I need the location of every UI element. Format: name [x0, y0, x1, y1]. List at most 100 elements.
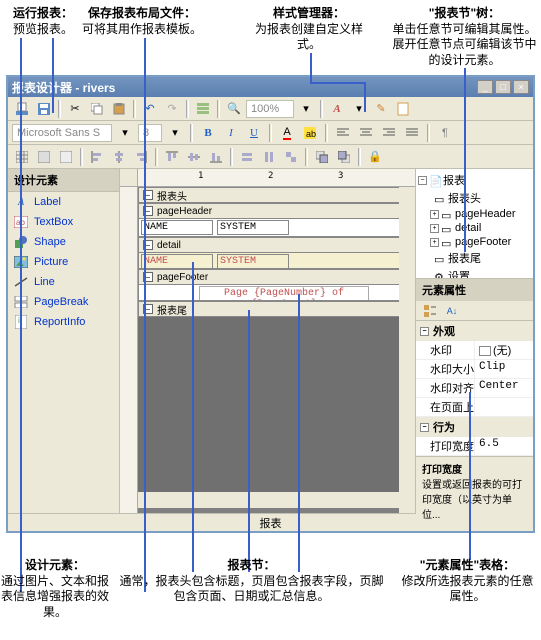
dropdown-icon[interactable]: ▾: [115, 123, 135, 143]
snap-button[interactable]: [34, 147, 54, 167]
highlight-button[interactable]: ab: [300, 123, 320, 143]
prop-value[interactable]: Center: [474, 379, 533, 397]
zoom-dropdown[interactable]: ▾: [296, 99, 316, 119]
dropdown-icon[interactable]: ▾: [349, 99, 369, 119]
ruler-tick: 2: [268, 171, 273, 181]
tree-node-reporttail[interactable]: ▭报表尾: [418, 249, 531, 267]
tool-textbox[interactable]: abTextBox: [8, 212, 119, 232]
zoom-combo[interactable]: 100%: [246, 100, 294, 118]
prop-on-front[interactable]: 在页面上: [416, 398, 533, 417]
prop-value[interactable]: 6.5: [474, 437, 533, 455]
detail-body[interactable]: NAME SYSTEM: [138, 253, 415, 269]
section-header-reporthead[interactable]: −报表头: [138, 187, 415, 203]
align-justify-button[interactable]: [402, 123, 422, 143]
alphabetical-button[interactable]: A↓: [442, 301, 462, 321]
tool-shape[interactable]: Shape: [8, 232, 119, 252]
font-color-button[interactable]: A: [277, 123, 297, 143]
section-header-detail[interactable]: −detail: [138, 237, 415, 253]
italic-button[interactable]: I: [221, 123, 241, 143]
prop-watermark[interactable]: 水印(无): [416, 341, 533, 360]
same-width-button[interactable]: [237, 147, 257, 167]
minimize-button[interactable]: _: [477, 80, 493, 94]
redo-button[interactable]: ↷: [162, 99, 182, 119]
align-left-obj-button[interactable]: [87, 147, 107, 167]
prop-watermark-size[interactable]: 水印大小Clip: [416, 360, 533, 379]
prop-watermark-align[interactable]: 水印对齐Center: [416, 379, 533, 398]
scrollbar-vertical[interactable]: [399, 187, 415, 513]
bold-button[interactable]: B: [198, 123, 218, 143]
tree-node-pagefooter[interactable]: +▭pageFooter: [418, 235, 531, 249]
tree-node-settings[interactable]: ⚙设置: [418, 267, 531, 279]
field-system-label[interactable]: SYSTEM: [217, 220, 289, 235]
align-center-obj-button[interactable]: [109, 147, 129, 167]
maximize-button[interactable]: □: [495, 80, 511, 94]
collapse-icon[interactable]: −: [418, 176, 427, 185]
expand-icon[interactable]: +: [430, 238, 439, 247]
prop-print-width[interactable]: 打印宽度6.5: [416, 437, 533, 456]
rtl-button[interactable]: ¶: [435, 123, 455, 143]
field-name-textbox[interactable]: NAME: [141, 254, 213, 269]
tree-node-pageheader[interactable]: +▭pageHeader: [418, 207, 531, 221]
tree-node-reporthead[interactable]: ▭报表头: [418, 189, 531, 207]
tool-pagebreak[interactable]: PageBreak: [8, 292, 119, 312]
props-category-appearance[interactable]: −外观: [416, 321, 533, 341]
page-setup-button[interactable]: [393, 99, 413, 119]
prop-value[interactable]: [474, 398, 533, 416]
paste-button[interactable]: [109, 99, 129, 119]
collapse-icon[interactable]: −: [420, 327, 429, 336]
grid-button[interactable]: [12, 147, 32, 167]
pageheader-body[interactable]: NAME SYSTEM: [138, 219, 415, 237]
copy-button[interactable]: [87, 99, 107, 119]
tree-node-detail[interactable]: +▭detail: [418, 221, 531, 235]
align-right-button[interactable]: [379, 123, 399, 143]
section-header-reporttail[interactable]: −报表尾: [138, 301, 415, 317]
font-size-combo[interactable]: 8: [138, 124, 162, 142]
run-report-button[interactable]: [12, 99, 32, 119]
categorized-button[interactable]: [420, 301, 440, 321]
field-system-textbox[interactable]: SYSTEM: [217, 254, 289, 269]
dropdown-icon[interactable]: ▾: [165, 123, 185, 143]
tool-picture[interactable]: Picture: [8, 252, 119, 272]
prop-value[interactable]: Clip: [474, 360, 533, 378]
page-expression[interactable]: Page {PageNumber} of {PageCount}: [199, 286, 369, 301]
bring-front-button[interactable]: [312, 147, 332, 167]
align-center-button[interactable]: [356, 123, 376, 143]
reorder-button[interactable]: [193, 99, 213, 119]
save-button[interactable]: [34, 99, 54, 119]
style-manager-button[interactable]: A: [327, 99, 347, 119]
search-button[interactable]: 🔍: [224, 99, 244, 119]
same-height-button[interactable]: [259, 147, 279, 167]
underline-button[interactable]: U: [244, 123, 264, 143]
close-button[interactable]: ×: [513, 80, 529, 94]
align-right-obj-button[interactable]: [131, 147, 151, 167]
align-left-button[interactable]: [333, 123, 353, 143]
font-family-combo[interactable]: Microsoft Sans S: [12, 124, 112, 142]
tree-root[interactable]: −📄报表: [418, 171, 531, 189]
prop-value[interactable]: (无): [474, 341, 533, 359]
styles-button[interactable]: ✎: [371, 99, 391, 119]
align-middle-obj-button[interactable]: [184, 147, 204, 167]
expand-icon[interactable]: +: [430, 224, 439, 233]
section-header-pagefooter[interactable]: −pageFooter: [138, 269, 415, 285]
align-bottom-obj-button[interactable]: [206, 147, 226, 167]
lock-button[interactable]: 🔒: [365, 147, 385, 167]
expand-icon[interactable]: +: [430, 210, 439, 219]
section-header-pageheader[interactable]: −pageHeader: [138, 203, 415, 219]
tool-reportinfo[interactable]: iReportInfo: [8, 312, 119, 332]
props-category-behavior[interactable]: −行为: [416, 417, 533, 437]
field-name-label[interactable]: NAME: [141, 220, 213, 235]
callout-line: [20, 38, 22, 592]
tool-label[interactable]: ALabel: [8, 192, 119, 212]
bg-button[interactable]: [56, 147, 76, 167]
same-size-button[interactable]: [281, 147, 301, 167]
scrollbar-horizontal[interactable]: [138, 492, 415, 508]
separator: [230, 148, 233, 166]
align-top-obj-button[interactable]: [162, 147, 182, 167]
collapse-icon[interactable]: −: [420, 423, 429, 432]
cut-button[interactable]: ✂: [65, 99, 85, 119]
pagefooter-body[interactable]: Page {PageNumber} of {PageCount}: [138, 285, 415, 301]
section-label: pageFooter: [157, 272, 208, 283]
send-back-button[interactable]: [334, 147, 354, 167]
undo-button[interactable]: ↶: [140, 99, 160, 119]
tool-line[interactable]: Line: [8, 272, 119, 292]
